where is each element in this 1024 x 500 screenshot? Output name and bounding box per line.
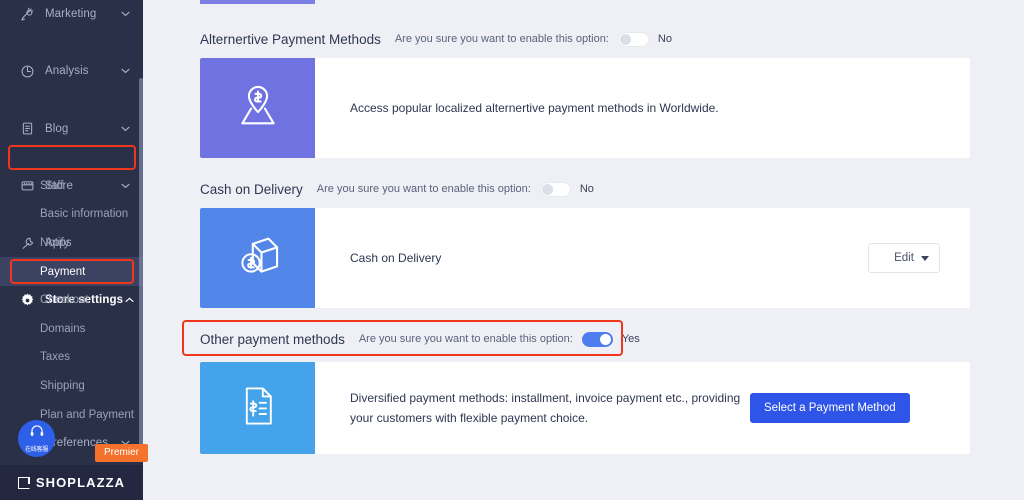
sidebar-item-blog[interactable]: Blog	[0, 114, 143, 143]
sidebar-subitem-label: Notify	[40, 237, 70, 250]
sidebar-subitem-label: Payment	[40, 265, 86, 278]
live-chat-widget[interactable]: 在线客服	[18, 420, 55, 457]
toggle-state-label: No	[579, 183, 594, 195]
card-alternative-payment: Access popular localized alternertive pa…	[200, 58, 970, 158]
sidebar-subitem-label: Domains	[40, 322, 86, 335]
chevron-down-icon	[119, 65, 131, 77]
sidebar-subitem-notify[interactable]: Notify	[0, 229, 143, 258]
brand-logo: SHOPLAZZA	[0, 465, 143, 500]
sidebar: Marketing Analysis Blog Store Apps Store…	[0, 0, 143, 500]
sidebar-subitem-label: Taxes	[40, 351, 71, 364]
card-description: Diversified payment methods: installment…	[350, 391, 741, 425]
card-description: Access popular localized alternertive pa…	[350, 101, 719, 115]
box-dollar-icon	[232, 230, 284, 287]
sidebar-subitem-checkout[interactable]: Checkout	[0, 286, 143, 315]
toggle-knob	[541, 183, 553, 195]
headset-icon	[29, 424, 45, 443]
sidebar-item-analysis[interactable]: Analysis	[0, 57, 143, 86]
toggle-state-label: No	[657, 33, 672, 45]
card-thumbnail	[200, 58, 315, 158]
brand-name: SHOPLAZZA	[35, 475, 126, 490]
toggle-knob	[599, 333, 611, 345]
sidebar-subitem-payment[interactable]: Payment	[0, 257, 143, 286]
sidebar-subitem-domains[interactable]: Domains	[0, 315, 143, 344]
chevron-down-icon	[119, 123, 131, 135]
card-cash-on-delivery: Cash on Delivery Edit	[200, 208, 970, 308]
select-payment-method-label: Select a Payment Method	[764, 402, 896, 414]
live-chat-label: 在线客服	[25, 447, 48, 453]
document-icon	[20, 121, 35, 136]
main-content: Alternertive Payment Methods Are you sur…	[143, 0, 1024, 500]
sidebar-subitem-label: Plan and Payment	[40, 408, 134, 421]
edit-dropdown-button[interactable]: Edit	[868, 243, 940, 273]
sidebar-subitem-staff[interactable]: Staff	[0, 172, 143, 201]
sidebar-subitem-basic-information[interactable]: Basic information	[0, 200, 143, 229]
previous-card-edge	[200, 0, 315, 4]
enable-toggle-other-payment-methods[interactable]	[581, 331, 613, 347]
section-title: Alternertive Payment Methods	[200, 31, 381, 47]
toggle-state-label: Yes	[621, 333, 640, 345]
app-root: Marketing Analysis Blog Store Apps Store…	[0, 0, 1024, 500]
shoplazza-mark-icon	[17, 476, 30, 489]
sidebar-subitem-label: Basic information	[40, 208, 129, 221]
chevron-down-icon	[921, 256, 929, 261]
section-question: Are you sure you want to enable this opt…	[394, 33, 609, 45]
clock-pie-icon	[20, 64, 35, 79]
card-thumbnail	[200, 362, 315, 454]
chevron-down-icon	[119, 8, 131, 20]
card-thumbnail	[200, 208, 315, 308]
sidebar-subitem-taxes[interactable]: Taxes	[0, 343, 143, 372]
sidebar-subitem-label: Staff	[40, 179, 64, 192]
card-body: Cash on Delivery Edit	[315, 208, 970, 308]
sidebar-item-label: Analysis	[45, 65, 89, 78]
section-question: Are you sure you want to enable this opt…	[358, 333, 573, 345]
section-header-cash-on-delivery: Cash on Delivery Are you sure you want t…	[200, 178, 594, 200]
sidebar-subitem-shipping[interactable]: Shipping	[0, 372, 143, 401]
sidebar-item-label: Blog	[45, 122, 69, 135]
select-payment-method-button[interactable]: Select a Payment Method	[750, 393, 910, 423]
card-description: Cash on Delivery	[350, 251, 442, 265]
premier-badge: Premier	[95, 444, 149, 462]
section-title: Cash on Delivery	[200, 181, 303, 197]
sidebar-subitem-label: Shipping	[40, 380, 85, 393]
sidebar-item-label: Marketing	[45, 8, 97, 21]
sidebar-subitem-plan-and-payment[interactable]: Plan and Payment	[0, 400, 143, 429]
section-title: Other payment methods	[200, 331, 345, 347]
enable-toggle-alternative-payment[interactable]	[617, 31, 649, 47]
sidebar-subitem-label: Checkout	[40, 294, 89, 307]
invoice-dollar-icon	[234, 382, 282, 435]
section-header-alternative-payment: Alternertive Payment Methods Are you sur…	[200, 28, 672, 50]
section-question: Are you sure you want to enable this opt…	[316, 183, 531, 195]
map-pin-dollar-icon	[232, 80, 284, 137]
card-other-payment-methods: Diversified payment methods: installment…	[200, 362, 970, 454]
toggle-knob	[619, 33, 631, 45]
card-body: Access popular localized alternertive pa…	[315, 58, 970, 158]
card-body: Diversified payment methods: installment…	[315, 362, 970, 454]
section-header-other-payment-methods: Other payment methods Are you sure you w…	[200, 328, 640, 350]
megaphone-icon	[20, 7, 35, 22]
enable-toggle-cash-on-delivery[interactable]	[539, 181, 571, 197]
sidebar-item-marketing[interactable]: Marketing	[0, 0, 143, 29]
edit-button-label: Edit	[894, 252, 914, 264]
